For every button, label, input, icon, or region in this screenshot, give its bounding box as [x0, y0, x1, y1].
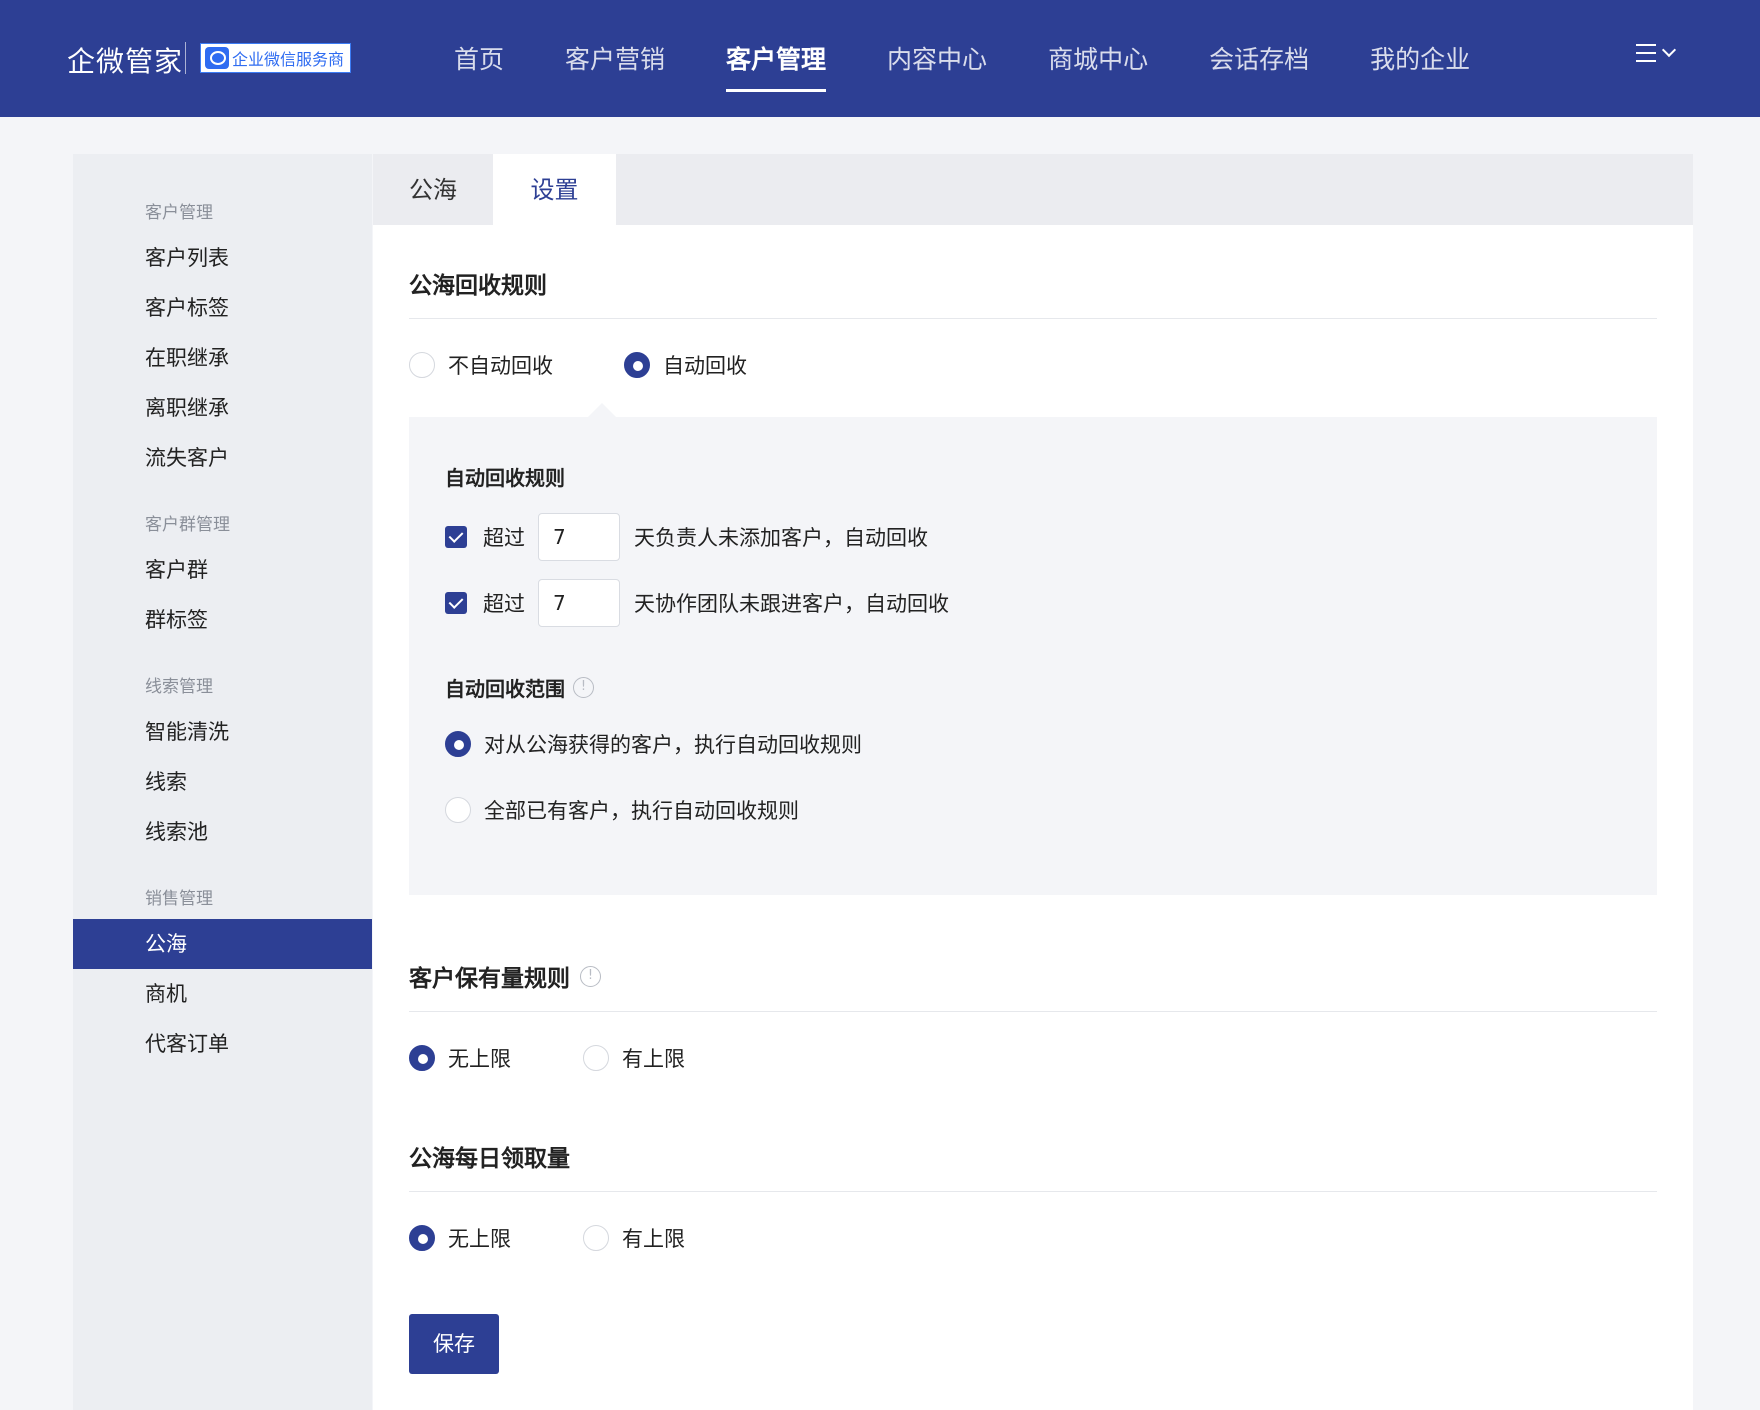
divider: [409, 318, 1657, 319]
nav-my-enterprise[interactable]: 我的企业: [1370, 0, 1470, 117]
sidebar-group-sales: 销售管理: [145, 889, 213, 909]
radio-retention-limited[interactable]: 有上限: [583, 1043, 685, 1073]
main-panel: 公海 设置 公海回收规则 不自动回收 自动回收 自动回收规则 超过 7 天负责人…: [373, 154, 1693, 1410]
radio-circle: [445, 797, 471, 823]
nav-home[interactable]: 首页: [454, 0, 504, 117]
checkbox-team-rule[interactable]: [445, 592, 467, 614]
sidebar-item-resigned-inherit[interactable]: 离职继承: [73, 383, 372, 433]
radio-circle: [624, 352, 650, 378]
sidebar-item-group-tags[interactable]: 群标签: [73, 595, 372, 645]
radio-label: 无上限: [448, 1227, 511, 1251]
radio-label: 全部已有客户，执行自动回收规则: [484, 799, 799, 823]
auto-recycle-panel: 自动回收规则 超过 7 天负责人未添加客户，自动回收 超过 7 天协作团队未跟进…: [409, 417, 1657, 895]
brand-divider: [185, 42, 186, 74]
rule-row-team: 超过 7 天协作团队未跟进客户，自动回收: [445, 579, 949, 627]
auto-recycle-rules-title: 自动回收规则: [445, 466, 565, 490]
sidebar-item-leads[interactable]: 线索: [73, 757, 372, 807]
info-icon[interactable]: !: [580, 965, 601, 987]
radio-daily-unlimited[interactable]: 无上限: [409, 1223, 511, 1253]
radio-label: 对从公海获得的客户，执行自动回收规则: [484, 733, 862, 757]
menu-toggle[interactable]: [1636, 42, 1677, 62]
nav-mall-center[interactable]: 商城中心: [1048, 0, 1148, 117]
tab-settings[interactable]: 设置: [493, 154, 616, 225]
radio-circle: [445, 731, 471, 757]
radio-daily-limited[interactable]: 有上限: [583, 1223, 685, 1253]
rule-prefix: 超过: [483, 526, 525, 550]
radio-circle: [409, 352, 435, 378]
service-provider-label: 企业微信服务商: [232, 50, 345, 69]
sidebar-item-smart-cleaning[interactable]: 智能清洗: [73, 707, 372, 757]
chevron-down-icon: [1661, 42, 1677, 58]
nav-customer-marketing[interactable]: 客户营销: [565, 0, 665, 117]
sidebar-item-on-job-inherit[interactable]: 在职继承: [73, 333, 372, 383]
save-button[interactable]: 保存: [409, 1314, 499, 1374]
radio-scope-from-pool[interactable]: 对从公海获得的客户，执行自动回收规则: [445, 729, 862, 759]
radio-scope-all[interactable]: 全部已有客户，执行自动回收规则: [445, 795, 799, 825]
divider: [409, 1191, 1657, 1192]
sidebar-item-customer-groups[interactable]: 客户群: [73, 545, 372, 595]
team-days-input[interactable]: 7: [538, 579, 620, 627]
info-icon[interactable]: !: [573, 677, 594, 698]
checkbox-owner-rule[interactable]: [445, 526, 467, 548]
radio-circle: [583, 1225, 609, 1251]
rule-suffix: 天协作团队未跟进客户，自动回收: [634, 592, 949, 616]
brand-logo-text[interactable]: 企微管家: [67, 40, 183, 80]
radio-label: 有上限: [622, 1047, 685, 1071]
panel-pointer: [588, 403, 616, 417]
sidebar-item-opportunities[interactable]: 商机: [73, 969, 372, 1019]
sidebar-group-groups: 客户群管理: [145, 515, 230, 535]
sidebar-item-customer-list[interactable]: 客户列表: [73, 233, 372, 283]
recycle-rules-title: 公海回收规则: [409, 273, 547, 299]
service-provider-badge: 企业微信服务商: [200, 43, 352, 73]
nav-customer-management[interactable]: 客户管理: [726, 0, 827, 117]
radio-no-auto-recycle[interactable]: 不自动回收: [409, 350, 553, 380]
radio-label: 有上限: [622, 1227, 685, 1251]
radio-auto-recycle[interactable]: 自动回收: [624, 350, 747, 380]
sidebar-item-lead-pool[interactable]: 线索池: [73, 807, 372, 857]
tab-bar: 公海 设置: [373, 154, 1693, 225]
auto-recycle-scope-title: 自动回收范围 !: [445, 673, 594, 702]
radio-retention-unlimited[interactable]: 无上限: [409, 1043, 511, 1073]
nav-content-center[interactable]: 内容中心: [887, 0, 987, 117]
retention-rules-title: 客户保有量规则 !: [409, 959, 601, 993]
divider: [409, 1011, 1657, 1012]
radio-label: 无上限: [448, 1047, 511, 1071]
daily-claim-title: 公海每日领取量: [409, 1146, 570, 1172]
nav-chat-archive[interactable]: 会话存档: [1209, 0, 1309, 117]
tab-public-pool[interactable]: 公海: [373, 154, 493, 225]
radio-circle: [583, 1045, 609, 1071]
owner-days-input[interactable]: 7: [538, 513, 620, 561]
sidebar-item-proxy-orders[interactable]: 代客订单: [73, 1019, 372, 1069]
wecom-icon: [205, 47, 229, 69]
sidebar-item-public-pool[interactable]: 公海: [73, 919, 372, 969]
sidebar-group-customer: 客户管理: [145, 203, 213, 223]
top-navbar: 企微管家 企业微信服务商 首页 客户营销 客户管理 内容中心 商城中心 会话存档…: [0, 0, 1760, 117]
radio-circle: [409, 1045, 435, 1071]
sidebar-item-lost-customers[interactable]: 流失客户: [73, 433, 372, 483]
sidebar: 客户管理 客户列表 客户标签 在职继承 离职继承 流失客户 客户群管理 客户群 …: [73, 154, 372, 1410]
rule-suffix: 天负责人未添加客户，自动回收: [634, 526, 928, 550]
sidebar-group-leads: 线索管理: [145, 677, 213, 697]
radio-label: 不自动回收: [448, 354, 553, 378]
menu-icon: [1636, 44, 1656, 62]
radio-label: 自动回收: [663, 354, 747, 378]
sidebar-item-customer-tags[interactable]: 客户标签: [73, 283, 372, 333]
rule-prefix: 超过: [483, 592, 525, 616]
radio-circle: [409, 1225, 435, 1251]
rule-row-owner: 超过 7 天负责人未添加客户，自动回收: [445, 513, 928, 561]
main-nav: 首页 客户营销 客户管理 内容中心 商城中心 会话存档 我的企业: [454, 0, 1531, 117]
